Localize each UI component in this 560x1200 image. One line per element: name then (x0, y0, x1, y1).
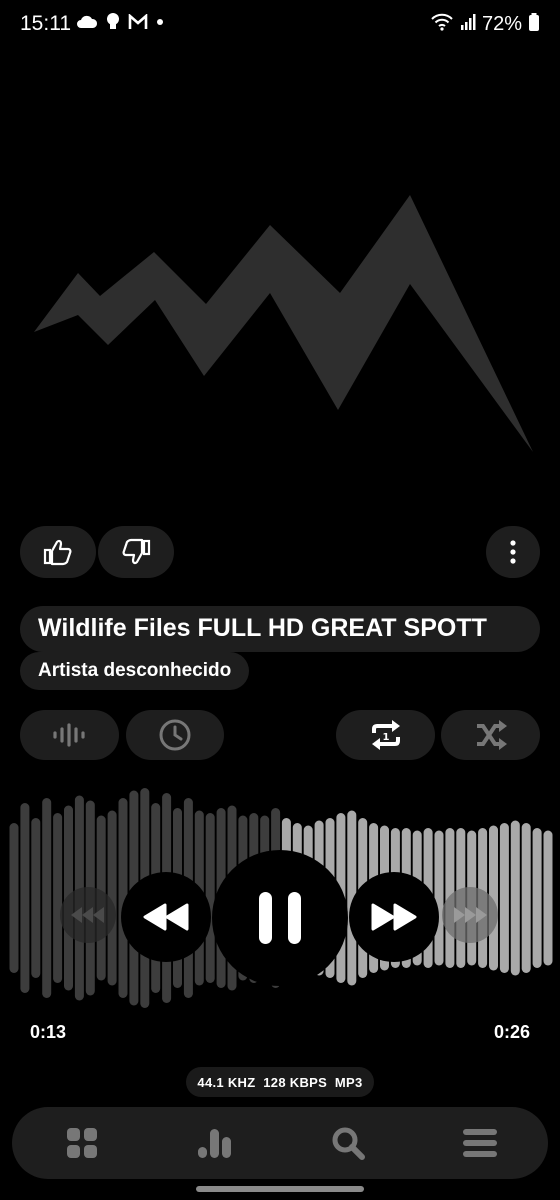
waveform-bar (53, 813, 63, 983)
clock-icon (158, 718, 192, 752)
status-time: 15:11 (20, 12, 71, 35)
search-icon (331, 1126, 365, 1160)
home-indicator (196, 1186, 364, 1192)
battery-icon (528, 12, 540, 37)
elapsed-time: 0:13 (30, 1022, 67, 1042)
pause-button[interactable] (212, 850, 348, 986)
equalizer-icon (52, 722, 88, 748)
more-vertical-icon (509, 540, 517, 564)
nav-search-button[interactable] (298, 1107, 398, 1179)
waveform-bar (434, 830, 444, 966)
shuffle-icon (474, 720, 508, 750)
status-notification-icons (76, 12, 164, 32)
thumbs-up-icon (43, 538, 73, 566)
bottom-navigation (12, 1107, 548, 1179)
battery-percent: 72% (481, 13, 522, 35)
waveform-bar (42, 798, 52, 998)
waveform-bar (20, 803, 30, 993)
previous-button[interactable] (60, 887, 116, 943)
audio-format-badge: 44.1 KHZ 128 KBPS MP3 (186, 1067, 374, 1097)
gmail-icon (128, 14, 148, 30)
waveform-bar (543, 830, 553, 966)
waveform-bar (31, 818, 41, 978)
pause-icon (257, 890, 303, 946)
svg-text:1: 1 (382, 732, 389, 743)
audio-format-text: 44.1 KHZ 128 KBPS MP3 (197, 1074, 363, 1090)
waveform-bar (521, 823, 531, 973)
more-options-button[interactable] (486, 526, 540, 578)
fast-forward-button[interactable] (349, 872, 439, 962)
waveform-bar (532, 828, 542, 968)
shuffle-button[interactable] (441, 710, 540, 760)
wifi-icon (430, 12, 454, 37)
status-bar: 15:11 72% (0, 0, 560, 52)
repeat-one-icon: 1 (369, 719, 403, 751)
repeat-button[interactable]: 1 (336, 710, 435, 760)
track-title: Wildlife Files FULL HD GREAT SPOTT (38, 614, 487, 642)
cloud-icon (76, 14, 98, 30)
album-artwork (34, 195, 533, 452)
like-button[interactable] (20, 526, 96, 578)
track-title-container[interactable]: Wildlife Files FULL HD GREAT SPOTT (20, 606, 540, 652)
equalizer-button[interactable] (20, 710, 119, 760)
grid-icon (66, 1127, 98, 1159)
rewind-button[interactable] (121, 872, 211, 962)
next-icon (452, 905, 488, 925)
fast-forward-icon (370, 903, 418, 931)
lightbulb-icon (106, 12, 120, 32)
status-system-icons: 72% (430, 12, 540, 37)
waveform-bar (499, 823, 509, 973)
total-time: 0:26 (493, 1022, 530, 1042)
waveform-bar (510, 820, 520, 976)
artist-container[interactable]: Artista desconhecido (20, 652, 250, 690)
bar-chart-icon (197, 1127, 233, 1159)
history-button[interactable] (126, 710, 224, 760)
thumbs-down-icon (121, 538, 151, 566)
waveform-bar (9, 823, 19, 973)
nav-charts-button[interactable] (165, 1107, 265, 1179)
previous-icon (70, 905, 106, 925)
menu-icon (463, 1128, 497, 1158)
dislike-button[interactable] (98, 526, 174, 578)
rewind-icon (142, 903, 190, 931)
dot-icon (156, 18, 164, 26)
track-artist: Artista desconhecido (38, 660, 232, 681)
signal-icon (460, 13, 476, 36)
nav-menu-button[interactable] (430, 1107, 530, 1179)
next-button[interactable] (442, 887, 498, 943)
nav-library-button[interactable] (32, 1107, 132, 1179)
